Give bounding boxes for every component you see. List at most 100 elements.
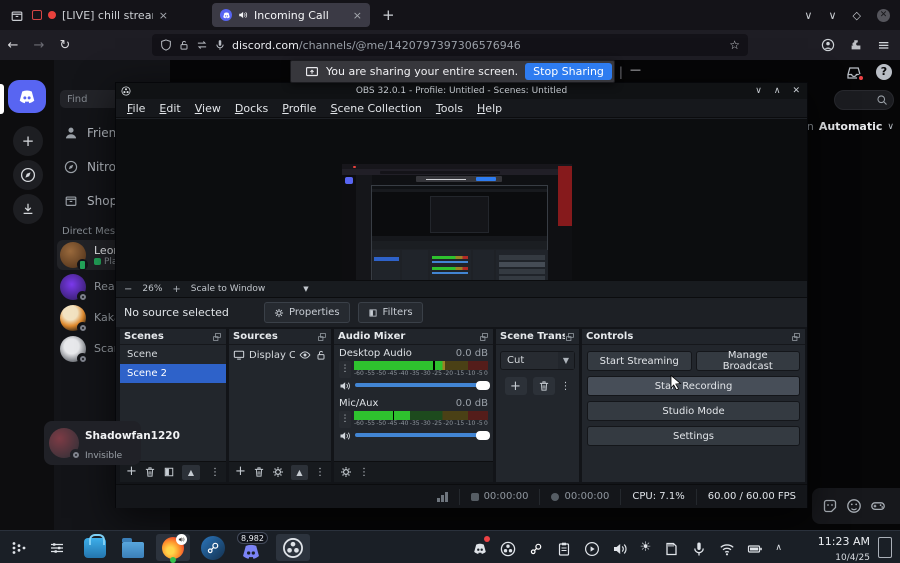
add-source-button[interactable]: + bbox=[235, 465, 246, 478]
banner-minimize-icon[interactable]: — bbox=[630, 63, 641, 76]
maximize-window-icon[interactable]: ◇ bbox=[853, 9, 861, 22]
sources-menu-icon[interactable]: ⋮ bbox=[315, 467, 325, 478]
forward-button[interactable]: → bbox=[26, 38, 52, 53]
tray-discord-icon[interactable] bbox=[472, 536, 490, 557]
file-manager-button[interactable] bbox=[118, 534, 148, 561]
remove-source-button[interactable] bbox=[253, 466, 265, 478]
inbox-icon[interactable] bbox=[846, 62, 865, 82]
scene-item[interactable]: Scene bbox=[120, 345, 226, 364]
transition-dropdown[interactable]: Cut ▼ bbox=[500, 351, 575, 370]
menu-edit[interactable]: Edit bbox=[152, 102, 187, 115]
popout-icon[interactable] bbox=[212, 332, 222, 342]
taskbar-clock[interactable]: 11:23 AM 10/4/25 bbox=[818, 533, 870, 563]
tray-battery-icon[interactable] bbox=[747, 538, 763, 557]
tray-microphone-icon[interactable] bbox=[691, 538, 707, 557]
tray-volume-icon[interactable] bbox=[612, 538, 628, 557]
obs-maximize-icon[interactable]: ∧ bbox=[774, 86, 781, 96]
add-transition-button[interactable]: + bbox=[504, 377, 527, 395]
permissions-swap-icon[interactable] bbox=[196, 39, 208, 51]
account-icon[interactable] bbox=[821, 38, 835, 52]
list-tabs-icon[interactable]: ∨ bbox=[804, 9, 812, 22]
menu-help[interactable]: Help bbox=[470, 102, 509, 115]
scene-item[interactable]: Scene 2 bbox=[120, 364, 226, 383]
lock-icon[interactable] bbox=[315, 349, 327, 361]
lock-icon[interactable] bbox=[178, 39, 190, 51]
gamepad-icon[interactable] bbox=[870, 498, 886, 514]
reload-button[interactable]: ↻ bbox=[52, 38, 78, 53]
tracking-shield-icon[interactable] bbox=[160, 39, 172, 51]
tray-storage-icon[interactable] bbox=[663, 538, 679, 557]
discord-task-button[interactable]: 8,982 bbox=[236, 532, 268, 561]
tray-clipboard-icon[interactable] bbox=[556, 538, 572, 557]
tray-obs-icon[interactable] bbox=[500, 538, 516, 557]
remove-transition-button[interactable] bbox=[532, 377, 555, 395]
menu-hamburger-icon[interactable]: ≡ bbox=[877, 36, 890, 54]
move-source-up-button[interactable]: ▲ bbox=[290, 464, 308, 480]
popout-icon[interactable] bbox=[317, 332, 327, 342]
popout-icon[interactable] bbox=[565, 332, 575, 342]
firefox-view-icon[interactable] bbox=[10, 6, 24, 25]
volume-slider[interactable] bbox=[355, 380, 490, 390]
download-apps-button[interactable] bbox=[13, 194, 43, 224]
start-streaming-button[interactable]: Start Streaming bbox=[587, 351, 692, 371]
remove-scene-button[interactable] bbox=[144, 466, 156, 478]
show-desktop-button[interactable] bbox=[878, 537, 892, 558]
start-recording-button[interactable]: Start Recording bbox=[587, 376, 800, 396]
filters-button[interactable]: Filters bbox=[357, 302, 423, 323]
mic-permission-icon[interactable] bbox=[214, 39, 226, 51]
browser-tab-incoming-call[interactable]: Incoming Call × bbox=[212, 3, 370, 27]
close-tab-icon[interactable]: × bbox=[159, 9, 168, 22]
popout-icon[interactable] bbox=[479, 332, 489, 342]
mute-speaker-icon[interactable] bbox=[339, 376, 351, 395]
source-item-display-capture[interactable]: Display Ca bbox=[229, 345, 331, 365]
new-tab-button[interactable]: + bbox=[382, 6, 395, 24]
back-button[interactable]: ← bbox=[0, 38, 26, 53]
emoji-icon[interactable] bbox=[846, 498, 862, 514]
menu-scene-collection[interactable]: Scene Collection bbox=[323, 102, 428, 115]
add-server-button[interactable]: + bbox=[13, 126, 43, 156]
tray-brightness-icon[interactable]: ☀ bbox=[640, 540, 652, 555]
stop-sharing-button[interactable]: Stop Sharing bbox=[525, 63, 612, 80]
app-launcher-button[interactable] bbox=[4, 534, 34, 561]
system-settings-button[interactable] bbox=[42, 534, 72, 561]
menu-file[interactable]: File bbox=[120, 102, 152, 115]
tray-expand-icon[interactable]: ∧ bbox=[775, 543, 782, 553]
settings-button[interactable]: Settings bbox=[587, 426, 800, 446]
bookmark-star-icon[interactable]: ☆ bbox=[729, 38, 740, 52]
browser-tab-live-stream[interactable]: [LIVE] chill stream × bbox=[24, 0, 176, 30]
extensions-icon[interactable] bbox=[849, 38, 863, 52]
menu-view[interactable]: View bbox=[188, 102, 228, 115]
sticker-icon[interactable] bbox=[822, 498, 838, 514]
advanced-audio-icon[interactable] bbox=[340, 466, 352, 478]
slider-handle[interactable] bbox=[475, 380, 490, 390]
obs-preview-canvas[interactable] bbox=[116, 119, 807, 309]
zoom-in-button[interactable]: + bbox=[172, 284, 180, 295]
move-scene-up-button[interactable]: ▲ bbox=[181, 464, 200, 480]
tray-steam-icon[interactable] bbox=[528, 538, 544, 557]
url-bar[interactable]: discord.com/channels/@me/142079739730657… bbox=[152, 34, 748, 56]
discord-user-panel[interactable]: Shadowfan1220 Invisible bbox=[44, 421, 180, 465]
zoom-out-button[interactable]: − bbox=[124, 284, 132, 295]
transitions-menu-icon[interactable]: ⋮ bbox=[561, 381, 571, 392]
slider-handle[interactable] bbox=[475, 430, 490, 440]
source-properties-button[interactable] bbox=[272, 466, 284, 478]
menu-tools[interactable]: Tools bbox=[429, 102, 470, 115]
tray-media-player-icon[interactable] bbox=[584, 538, 600, 557]
firefox-task-button[interactable] bbox=[156, 533, 190, 563]
scale-mode-dropdown[interactable]: Scale to Window bbox=[191, 284, 265, 294]
studio-mode-button[interactable]: Studio Mode bbox=[587, 401, 800, 421]
discover-store-button[interactable] bbox=[80, 533, 110, 561]
discord-home-button[interactable] bbox=[8, 80, 46, 113]
obs-title-bar[interactable]: OBS 32.0.1 - Profile: Untitled - Scenes:… bbox=[116, 83, 807, 99]
scenes-menu-icon[interactable]: ⋮ bbox=[210, 467, 220, 478]
obs-minimize-icon[interactable]: ∨ bbox=[755, 86, 762, 96]
popout-icon[interactable] bbox=[791, 332, 801, 342]
scene-filters-button[interactable] bbox=[163, 466, 175, 478]
discord-search-input[interactable] bbox=[834, 90, 894, 110]
help-icon[interactable]: ? bbox=[876, 63, 892, 80]
steam-task-button[interactable] bbox=[198, 534, 228, 561]
minimize-window-icon[interactable]: ∨ bbox=[828, 9, 836, 22]
close-window-icon[interactable]: ✕ bbox=[877, 8, 890, 22]
obs-close-icon[interactable]: ✕ bbox=[792, 86, 800, 96]
properties-button[interactable]: Properties bbox=[264, 302, 350, 323]
